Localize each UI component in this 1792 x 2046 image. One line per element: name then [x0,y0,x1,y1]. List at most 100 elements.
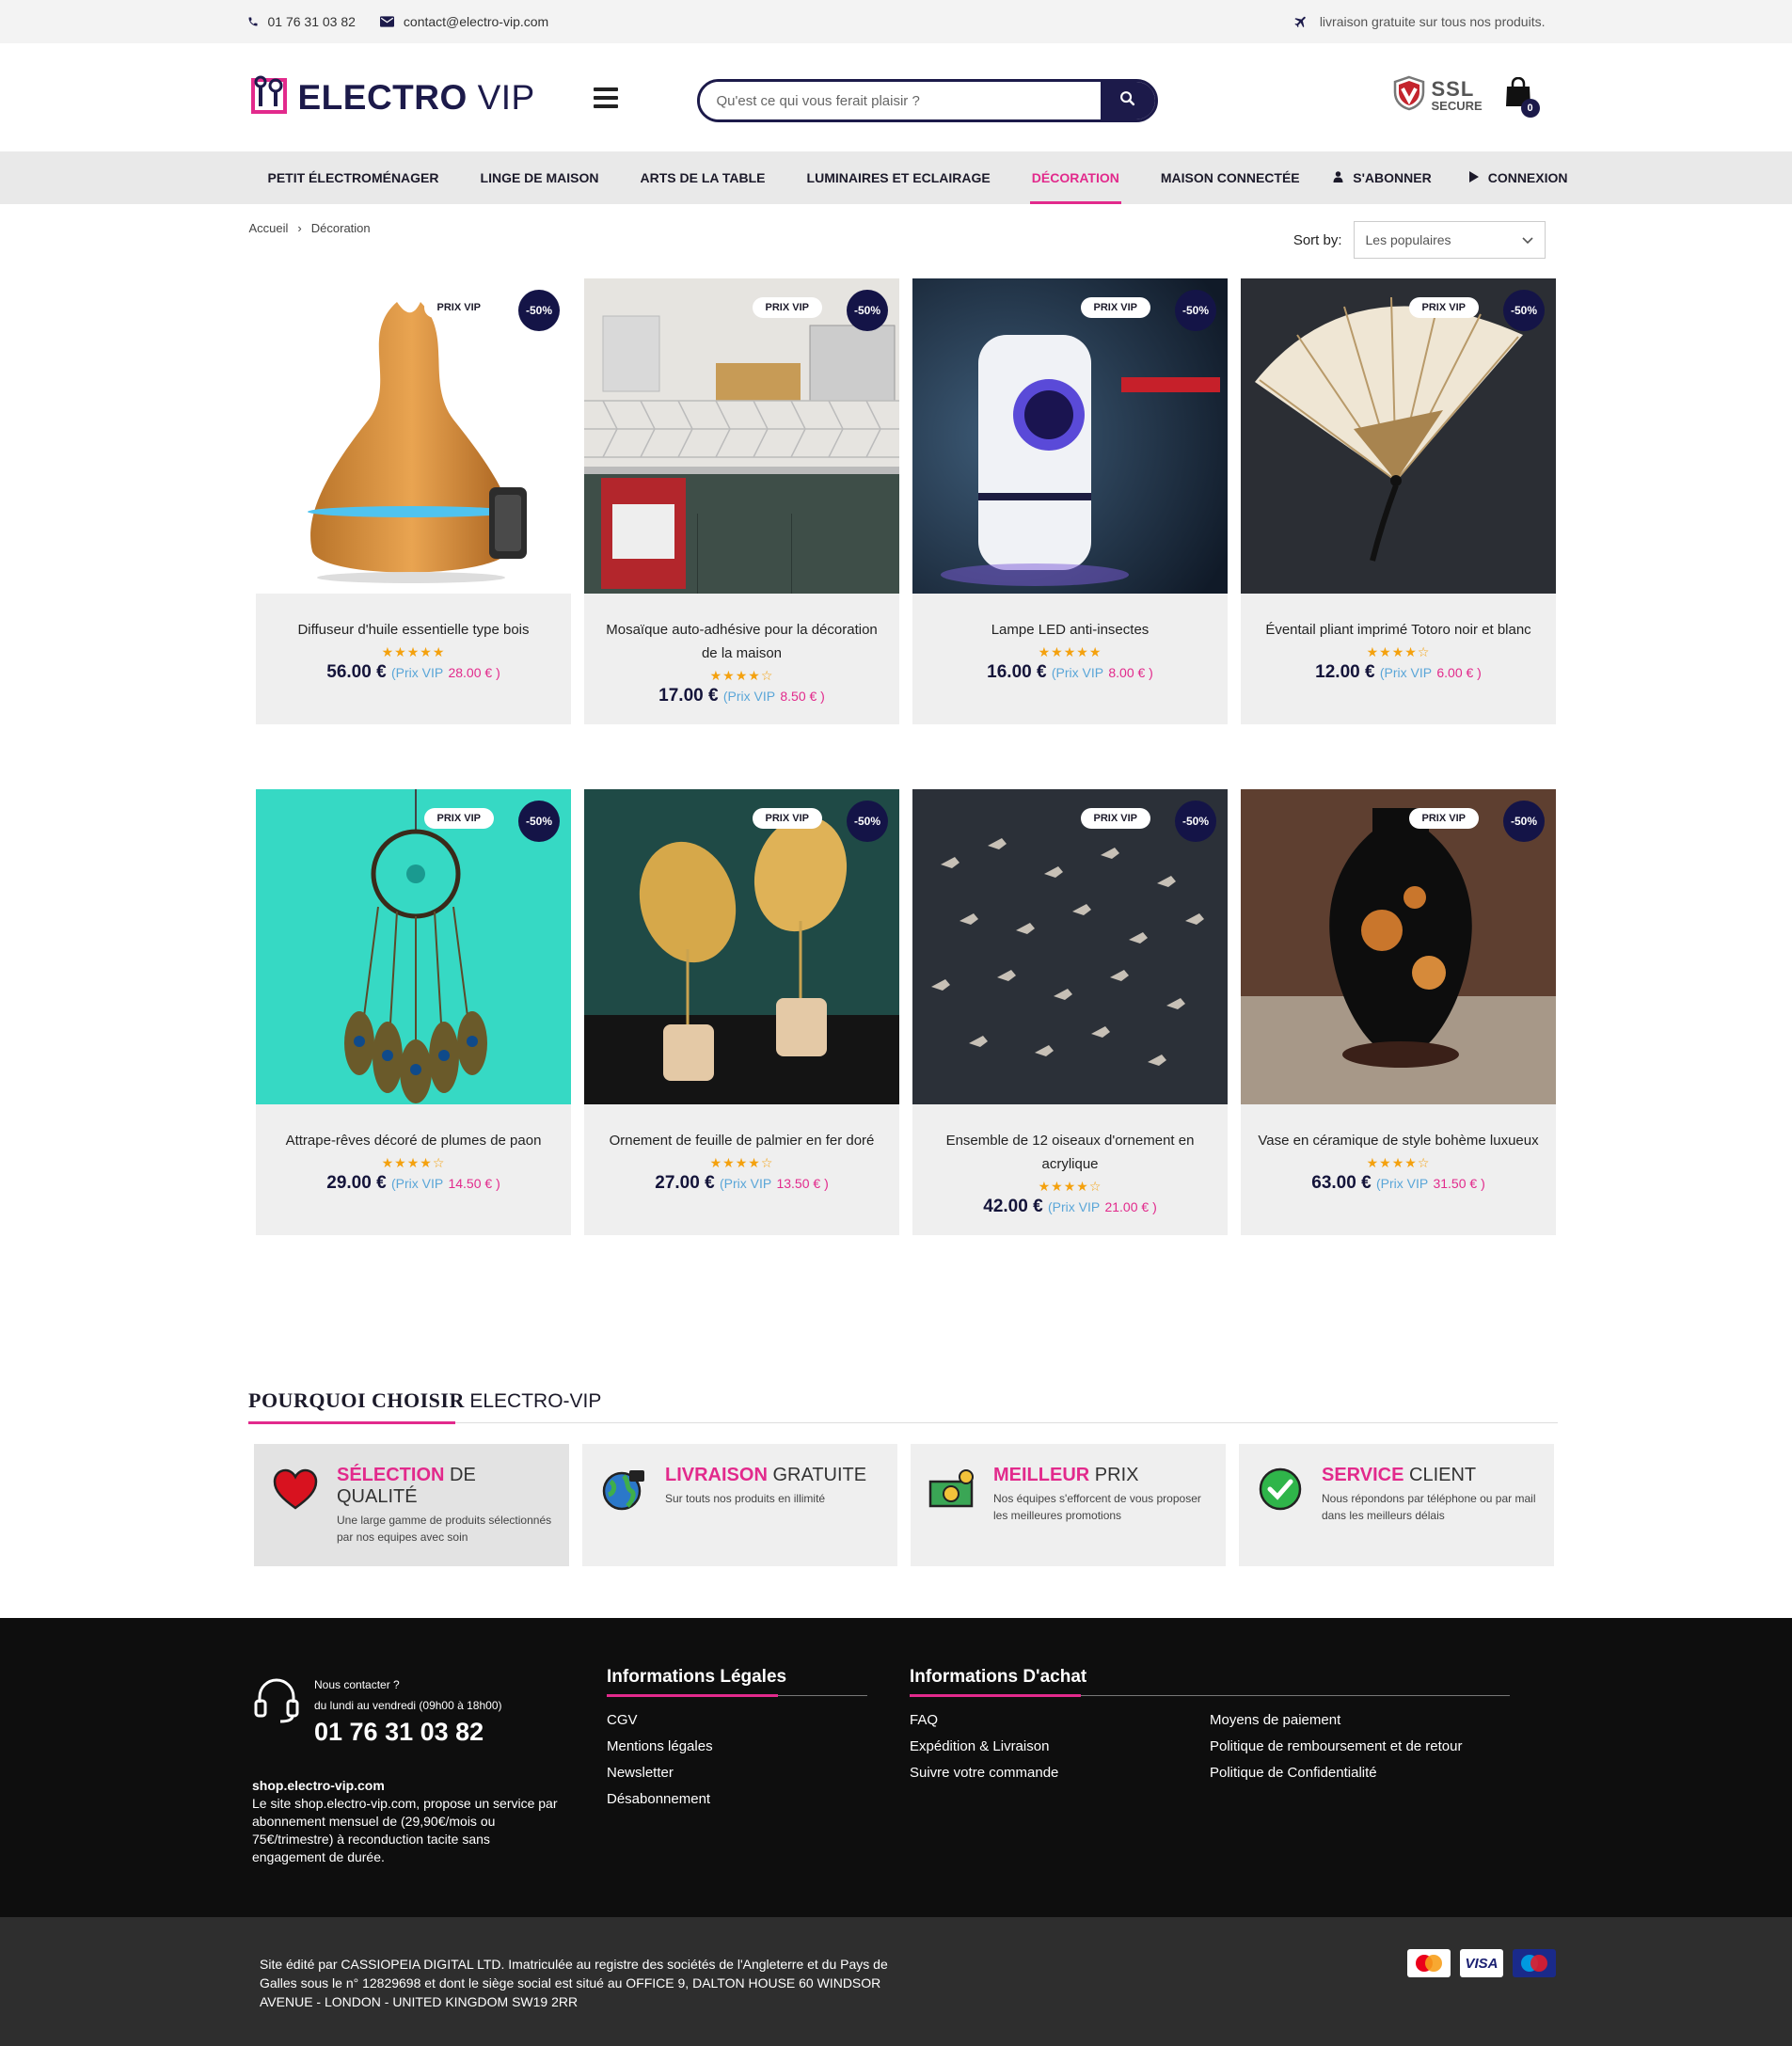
sort-select[interactable]: Les populaires [1353,221,1546,259]
topbar-email[interactable]: contact@electro-vip.com [379,14,549,29]
topbar-email-text: contact@electro-vip.com [403,14,549,29]
why-card-heading-rest: CLIENT [1409,1465,1477,1485]
visa-icon: VISA [1460,1949,1503,1977]
why-card-service: SERVICE CLIENT Nous répondons par téléph… [1239,1444,1554,1566]
footer-link-remboursement[interactable]: Politique de remboursement et de retour [1210,1734,1462,1760]
nav-item-maison-connectee[interactable]: MAISON CONNECTÉE [1140,151,1321,204]
prix-vip-badge: PRIX VIP [1080,297,1150,318]
rating-stars: ★★★★★ [381,644,446,659]
product-card[interactable]: PRIX VIP -50% Ornement de feuille de pal… [584,789,899,1235]
price-line: 56.00 € (Prix VIP 28.00 € ) [273,662,554,683]
bottom-bar: Site édité par CASSIOPEIA DIGITAL LTD. I… [0,1917,1792,2046]
nav-item-luminaires[interactable]: LUMINAIRES ET ECLAIRAGE [786,151,1011,204]
product-grid: PRIX VIP -50% Diffuseur d'huile essentie… [256,278,1556,1300]
vip-price: 21.00 € ) [1104,1199,1157,1214]
money-icon [928,1465,976,1514]
why-card-price: MEILLEUR PRIX Nos équipes s'efforcent de… [911,1444,1226,1566]
chevron-down-icon [1521,232,1533,247]
cart-count-badge: 0 [1520,99,1540,118]
why-card-heading-rest: PRIX [1094,1465,1139,1485]
footer-link-mentions[interactable]: Mentions légales [607,1734,867,1760]
why-title-bold: POURQUOI CHOISIR [248,1388,465,1412]
why-card-heading-bold: SERVICE [1322,1465,1404,1485]
search-button[interactable] [1100,82,1155,119]
footer-link-desabonnement[interactable]: Désabonnement [607,1786,867,1813]
why-card-heading-bold: MEILLEUR [993,1465,1090,1485]
footer-link-suivi[interactable]: Suivre votre commande [910,1760,1210,1786]
product-title: Attrape-rêves décoré de plumes de paon [285,1133,542,1149]
ceramic-vase-image: PRIX VIP -50% [1241,789,1556,1104]
login-link[interactable]: CONNEXION [1468,170,1568,185]
product-card[interactable]: PRIX VIP -50% Éventail pliant imprimé To… [1241,278,1556,724]
nav-item-arts-de-la-table[interactable]: ARTS DE LA TABLE [620,151,786,204]
check-circle-icon [1256,1465,1305,1514]
user-icon [1333,170,1343,185]
topbar-phone[interactable]: 01 76 31 03 82 [247,14,356,29]
product-card[interactable]: PRIX VIP -50% Mosaïque auto-adhésive pou… [584,278,899,724]
footer-link-newsletter[interactable]: Newsletter [607,1760,867,1786]
product-card[interactable]: PRIX VIP -50% Diffuseur d'huile essentie… [256,278,571,724]
discount-badge: -50% [1503,801,1545,842]
sort-label: Sort by: [1292,231,1342,248]
product-title: Ornement de feuille de palmier en fer do… [609,1133,875,1149]
price-line: 27.00 € (Prix VIP 13.50 € ) [601,1173,882,1194]
product-price: 42.00 € [983,1197,1043,1216]
discount-badge: -50% [518,801,560,842]
product-card[interactable]: PRIX VIP -50% Ensemble de 12 oiseaux d'o… [912,789,1228,1235]
search-input[interactable] [699,82,1101,119]
acrylic-birds-image: PRIX VIP -50% [912,789,1228,1104]
footer-link-expedition[interactable]: Expédition & Livraison [910,1734,1210,1760]
product-price: 29.00 € [326,1173,387,1193]
product-title: Mosaïque auto-adhésive pour la décoratio… [606,622,878,661]
breadcrumb-home[interactable]: Accueil [249,221,289,235]
product-title: Éventail pliant imprimé Totoro noir et b… [1265,622,1531,638]
dreamcatcher-image: PRIX VIP -50% [256,789,571,1104]
menu-hamburger-icon[interactable] [593,87,618,108]
logo-mark-icon [247,72,293,122]
footer-link-confidentialite[interactable]: Politique de Confidentialité [1210,1760,1462,1786]
product-card[interactable]: PRIX VIP -50% Vase en céramique de style… [1241,789,1556,1235]
search-bar [696,79,1158,122]
product-card[interactable]: PRIX VIP -50% Attrape-rêves décoré de pl… [256,789,571,1235]
why-title: POURQUOI CHOISIR ELECTRO-VIP [248,1388,1558,1424]
footer-purchase-column: Informations D'achat FAQ Expédition & Li… [910,1667,1510,1786]
footer-link-faq[interactable]: FAQ [910,1707,1210,1734]
footer-link-paiement[interactable]: Moyens de paiement [1210,1707,1462,1734]
sort-control: Sort by: Les populaires [1293,221,1546,259]
footer-legal-column: Informations Légales CGV Mentions légale… [607,1667,867,1813]
footer-contact-question: Nous contacter ? [314,1678,400,1691]
nav-item-petit-electromenager[interactable]: PETIT ÉLECTROMÉNAGER [247,151,460,204]
vip-label: (Prix VIP [719,1176,772,1191]
product-price: 16.00 € [987,662,1047,682]
aroma-diffuser-image: PRIX VIP -50% [256,278,571,594]
footer-phone[interactable]: 01 76 31 03 82 [314,1718,502,1747]
price-line: 16.00 € (Prix VIP 8.00 € ) [929,662,1211,683]
why-card-text: Une large gamme de produits sélectionnés… [337,1514,552,1544]
nav-item-decoration[interactable]: DÉCORATION [1011,151,1140,204]
site-logo[interactable]: ELECTRO VIP [247,72,535,122]
ssl-big-text: SSL [1431,77,1475,101]
cart-button[interactable]: 0 [1504,76,1540,118]
why-title-rest: ELECTRO-VIP [469,1390,602,1412]
subscribe-link[interactable]: S'ABONNER [1333,170,1432,185]
header: ELECTRO VIP SSL SECURE [0,43,1792,151]
globe-cart-icon [599,1465,648,1514]
gold-palm-leaf-image: PRIX VIP -50% [584,789,899,1104]
heart-icon [271,1465,320,1514]
footer-site-text: Le site shop.electro-vip.com, propose un… [252,1796,558,1864]
footer-site-info: shop.electro-vip.com Le site shop.electr… [252,1777,563,1866]
play-arrow-icon [1468,170,1479,185]
folding-fan-image: PRIX VIP -50% [1241,278,1556,594]
product-price: 17.00 € [658,686,719,706]
rating-stars: ★★★★★ [1038,644,1102,659]
subscribe-label: S'ABONNER [1353,170,1432,185]
nav-item-linge-de-maison[interactable]: LINGE DE MAISON [460,151,620,204]
footer-link-cgv[interactable]: CGV [607,1707,867,1734]
product-title: Lampe LED anti-insectes [991,622,1150,638]
product-price: 56.00 € [326,662,387,682]
product-card[interactable]: PRIX VIP -50% Lampe LED anti-insectes ★★… [912,278,1228,724]
price-line: 12.00 € (Prix VIP 6.00 € ) [1258,662,1539,683]
ssl-small-text: SECURE [1431,99,1483,113]
kitchen-mosaic-image: PRIX VIP -50% [584,278,899,594]
rating-stars: ★★★★☆ [1038,1179,1102,1194]
